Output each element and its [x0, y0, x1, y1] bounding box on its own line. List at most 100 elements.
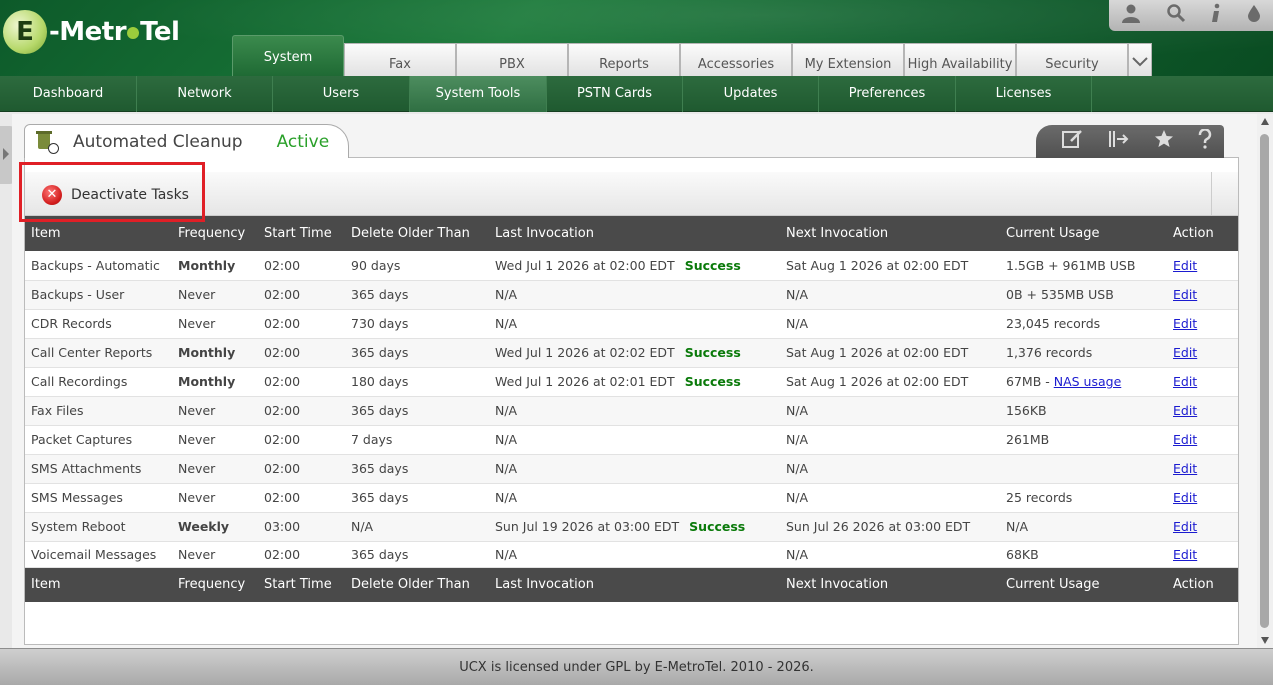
cell-start-time: 02:00	[258, 309, 345, 339]
deactivate-x-icon: ✕	[42, 184, 62, 205]
cell-last-invocation: Wed Jul 1 2026 at 02:02 EDT Success	[489, 338, 780, 368]
edit-link[interactable]: Edit	[1173, 519, 1197, 534]
scroll-down-arrow-icon[interactable]	[1261, 637, 1269, 644]
cell-item: CDR Records	[25, 309, 172, 339]
edit-link[interactable]: Edit	[1173, 490, 1197, 505]
tab-system[interactable]: System	[232, 35, 344, 76]
cell-item: System Reboot	[25, 512, 172, 542]
edit-link[interactable]: Edit	[1173, 345, 1197, 360]
cell-item: Packet Captures	[25, 425, 172, 455]
col-header-item[interactable]: Item	[25, 216, 172, 251]
help-icon[interactable]	[1198, 128, 1212, 154]
user-icon[interactable]	[1121, 3, 1141, 28]
page-title: Automated Cleanup	[73, 131, 243, 152]
success-status: Success	[684, 345, 741, 360]
favorite-star-icon[interactable]	[1154, 129, 1174, 154]
subnav-pstn-cards[interactable]: PSTN Cards	[547, 75, 683, 112]
tab-accessories[interactable]: Accessories	[680, 43, 792, 76]
last-invocation-text: Wed Jul 1 2026 at 02:02 EDT	[495, 345, 675, 360]
edit-link[interactable]: Edit	[1173, 316, 1197, 331]
subnav-network[interactable]: Network	[137, 75, 273, 112]
cell-last-invocation: N/A	[489, 425, 780, 455]
col-header-last-invocation[interactable]: Last Invocation	[489, 216, 780, 251]
cell-frequency: Monthly	[172, 367, 258, 397]
edit-link[interactable]: Edit	[1173, 287, 1197, 302]
cell-action: Edit	[1167, 251, 1238, 281]
app-header: E -Metr Tel System Fax PBX Reports Access…	[0, 0, 1273, 76]
cell-action: Edit	[1167, 512, 1238, 542]
edit-link[interactable]: Edit	[1173, 461, 1197, 476]
edit-link[interactable]: Edit	[1173, 432, 1197, 447]
cell-delete-older-than: 365 days	[345, 396, 489, 426]
cell-delete-older-than: 365 days	[345, 338, 489, 368]
deactivate-tasks-button[interactable]: ✕ Deactivate Tasks	[31, 178, 200, 211]
subnav-licenses[interactable]: Licenses	[956, 75, 1092, 112]
col-footer-delete-older-than: Delete Older Than	[345, 567, 489, 602]
col-header-start-time[interactable]: Start Time	[258, 216, 345, 251]
tab-high-availability[interactable]: High Availability	[904, 43, 1016, 76]
tab-security[interactable]: Security	[1016, 43, 1128, 76]
sub-navigation: Dashboard Network Users System Tools PST…	[0, 75, 1273, 112]
edit-link[interactable]: Edit	[1173, 547, 1197, 562]
usage-text: 25 records	[1006, 490, 1073, 505]
scroll-thumb[interactable]	[1260, 134, 1269, 628]
usage-text: 67MB -	[1006, 374, 1054, 389]
col-header-delete-older-than[interactable]: Delete Older Than	[345, 216, 489, 251]
col-footer-next-invocation: Next Invocation	[780, 567, 1000, 602]
col-header-next-invocation[interactable]: Next Invocation	[780, 216, 1000, 251]
cell-next-invocation: N/A	[780, 396, 1000, 426]
scroll-up-arrow-icon[interactable]	[1261, 118, 1269, 125]
info-icon[interactable]	[1210, 3, 1222, 28]
cell-next-invocation: N/A	[780, 541, 1000, 568]
last-invocation-text: N/A	[495, 403, 518, 418]
usage-text: 68KB	[1006, 546, 1039, 562]
cell-item: Backups - Automatic	[25, 251, 172, 281]
more-tabs-chevron-icon[interactable]	[1128, 43, 1152, 76]
cell-frequency: Never	[172, 396, 258, 426]
edit-link[interactable]: Edit	[1173, 258, 1197, 273]
cell-frequency: Never	[172, 425, 258, 455]
col-header-current-usage[interactable]: Current Usage	[1000, 216, 1167, 251]
cell-last-invocation: N/A	[489, 454, 780, 484]
cell-delete-older-than: 90 days	[345, 251, 489, 281]
subnav-updates[interactable]: Updates	[683, 75, 819, 112]
cell-current-usage	[1000, 454, 1167, 484]
cell-current-usage: 0B + 535MB USB	[1000, 280, 1167, 310]
success-status: Success	[684, 257, 741, 273]
cell-delete-older-than: 180 days	[345, 367, 489, 397]
theme-drop-icon[interactable]	[1247, 3, 1261, 28]
tab-reports[interactable]: Reports	[568, 43, 680, 76]
cell-delete-older-than: 365 days	[345, 280, 489, 310]
panel-body: ✕ Deactivate Tasks Item Frequency Start …	[24, 157, 1239, 645]
nas-usage-link[interactable]: NAS usage	[1054, 374, 1122, 389]
cell-start-time: 02:00	[258, 454, 345, 484]
subnav-preferences[interactable]: Preferences	[819, 75, 956, 112]
vertical-scrollbar[interactable]	[1257, 114, 1273, 648]
deactivate-tasks-label: Deactivate Tasks	[71, 186, 189, 203]
cell-frequency: Never	[172, 454, 258, 484]
tab-pbx[interactable]: PBX	[456, 43, 568, 76]
export-icon[interactable]	[1108, 129, 1130, 154]
cell-last-invocation: Wed Jul 1 2026 at 02:01 EDT Success	[489, 367, 780, 397]
table-footer-row: Item Frequency Start Time Delete Older T…	[25, 567, 1238, 602]
search-icon[interactable]	[1166, 3, 1186, 28]
edit-link[interactable]: Edit	[1173, 403, 1197, 418]
tab-fax[interactable]: Fax	[344, 43, 456, 76]
cell-item: Call Recordings	[25, 367, 172, 397]
subnav-system-tools[interactable]: System Tools	[410, 75, 547, 112]
col-footer-action: Action	[1167, 567, 1238, 602]
col-header-action[interactable]: Action	[1167, 216, 1238, 251]
cell-frequency: Never	[172, 280, 258, 310]
subnav-dashboard[interactable]: Dashboard	[0, 75, 137, 112]
emetrotel-logo[interactable]: E -Metr Tel	[3, 10, 180, 54]
col-header-frequency[interactable]: Frequency	[172, 216, 258, 251]
last-invocation-text: Sun Jul 19 2026 at 03:00 EDT	[495, 519, 680, 534]
logo-text-left: -Metr	[49, 17, 127, 47]
subnav-users[interactable]: Users	[273, 75, 410, 112]
last-invocation-text: N/A	[495, 287, 518, 302]
tab-my-extension[interactable]: My Extension	[792, 43, 904, 76]
usage-text: 261MB	[1006, 432, 1050, 447]
table-row: Backups - User Never 02:00 365 days N/A N/A 0B…	[25, 280, 1238, 310]
edit-note-icon[interactable]	[1062, 129, 1084, 154]
edit-link[interactable]: Edit	[1173, 374, 1197, 389]
